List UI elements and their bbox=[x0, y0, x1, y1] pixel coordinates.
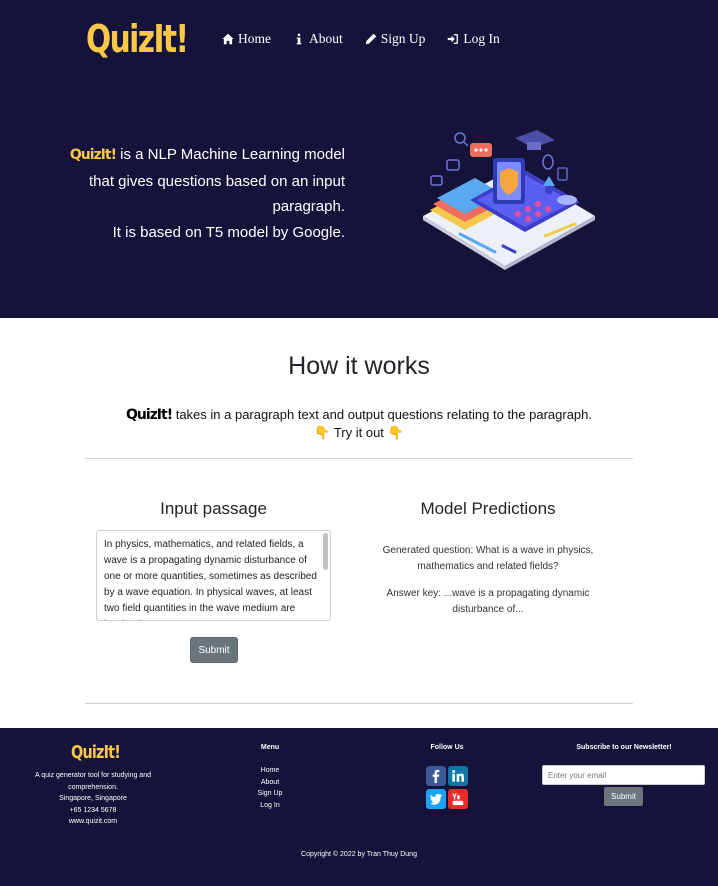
passage-textarea[interactable]: In physics, mathematics, and related fie… bbox=[96, 530, 331, 621]
footer-link-home[interactable]: Home bbox=[240, 765, 300, 777]
nav-signup[interactable]: Sign Up bbox=[365, 31, 426, 47]
nav-home[interactable]: Home bbox=[222, 31, 271, 47]
passage-text: In physics, mathematics, and related fie… bbox=[104, 539, 317, 620]
divider bbox=[85, 458, 633, 459]
submit-button[interactable]: Submit bbox=[190, 637, 238, 663]
input-title: Input passage bbox=[160, 499, 267, 518]
facebook-icon bbox=[432, 769, 440, 783]
try-it-line: 👇 Try it out 👇 bbox=[0, 424, 718, 441]
brand-logo[interactable]: QuizIt! bbox=[86, 17, 189, 61]
section-description: QuizIt! takes in a paragraph text and ou… bbox=[0, 406, 718, 441]
nav-login-label: Log In bbox=[463, 31, 500, 46]
nav-login[interactable]: Log In bbox=[447, 31, 500, 47]
footer-menu-title: Menu bbox=[260, 744, 280, 751]
nav-about[interactable]: About bbox=[293, 31, 343, 47]
footer-website: www.quizit.com bbox=[68, 818, 118, 825]
twitter-icon bbox=[429, 793, 443, 805]
twitter-link[interactable] bbox=[426, 789, 446, 809]
generated-question: Generated question: What is a wave in ph… bbox=[382, 545, 594, 572]
copyright: Copyright © 2022 by Tran Thuy Dung bbox=[301, 851, 417, 858]
footer: QuizIt! A quiz generator tool for studyi… bbox=[0, 728, 718, 886]
answer-key: Answer key: ...wave is a propagating dyn… bbox=[386, 588, 590, 615]
section-title: How it works bbox=[288, 352, 430, 380]
info-icon bbox=[296, 33, 302, 45]
footer-link-login[interactable]: Log In bbox=[240, 800, 300, 812]
footer-link-signup[interactable]: Sign Up bbox=[240, 788, 300, 800]
try-it-text: Try it out bbox=[333, 425, 384, 440]
youtube-icon bbox=[452, 793, 464, 806]
desc-brand: QuizIt! bbox=[125, 407, 173, 423]
hero-illustration bbox=[423, 130, 595, 270]
footer-link-about[interactable]: About bbox=[240, 777, 300, 789]
sign-in-icon bbox=[448, 34, 459, 44]
nav-signup-label: Sign Up bbox=[380, 31, 426, 46]
nav-about-label: About bbox=[309, 31, 343, 46]
hero-description: QuizIt! is a NLP Machine Learning model … bbox=[60, 142, 345, 245]
hero-brand: QuizIt! bbox=[69, 147, 117, 163]
textarea-scrollbar[interactable] bbox=[323, 533, 328, 570]
pointing-down-icon: 👇 bbox=[387, 425, 404, 440]
predictions-title: Model Predictions bbox=[420, 499, 556, 518]
footer-tagline: A quiz generator tool for studying and c… bbox=[35, 772, 151, 791]
divider bbox=[85, 703, 633, 704]
pointing-down-icon: 👇 bbox=[314, 425, 331, 440]
follow-title: Follow Us bbox=[430, 744, 464, 751]
hero-line1: is a NLP Machine Learning model bbox=[120, 146, 345, 163]
hero-line4: It is based on T5 model by Google. bbox=[112, 223, 345, 241]
main-nav: Home About Sign Up Log In bbox=[222, 31, 500, 47]
pencil-icon bbox=[365, 33, 376, 45]
home-icon bbox=[222, 33, 234, 45]
email-input[interactable] bbox=[542, 765, 705, 785]
footer-phone: +65 1234 5678 bbox=[69, 806, 117, 814]
footer-about: A quiz generator tool for studying and c… bbox=[18, 770, 168, 828]
nav-home-label: Home bbox=[238, 31, 271, 46]
footer-menu: Home About Sign Up Log In bbox=[240, 765, 300, 811]
desc-text: takes in a paragraph text and output que… bbox=[175, 407, 593, 422]
youtube-link[interactable] bbox=[448, 789, 468, 809]
footer-brand-logo[interactable]: QuizIt! bbox=[71, 742, 121, 763]
newsletter-submit-button[interactable]: Submit bbox=[604, 787, 643, 806]
footer-location: Singapore, Singapore bbox=[59, 795, 127, 802]
hero-section: QuizIt! Home About Sign Up Log In QuizIt… bbox=[0, 0, 718, 318]
hero-line2: that gives questions based on an input bbox=[88, 172, 345, 190]
newsletter-title: Subscribe to our Newsletter! bbox=[576, 744, 672, 751]
linkedin-icon bbox=[452, 769, 464, 782]
linkedin-link[interactable] bbox=[448, 766, 468, 786]
facebook-link[interactable] bbox=[426, 766, 446, 786]
hero-line3: paragraph. bbox=[272, 198, 345, 215]
